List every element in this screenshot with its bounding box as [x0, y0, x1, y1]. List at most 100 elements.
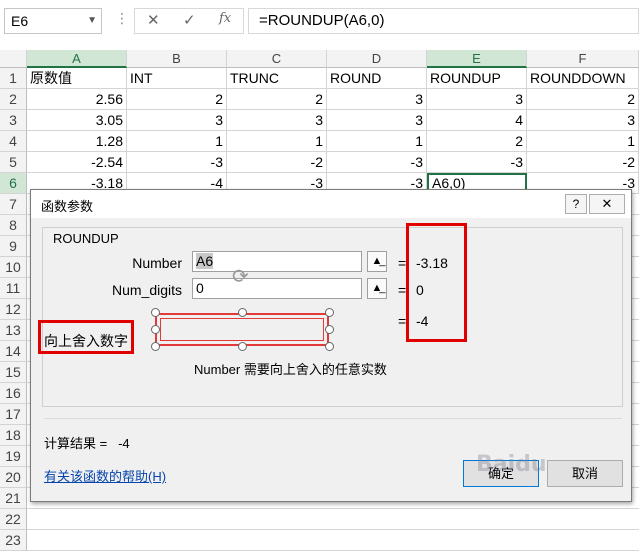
select-all-corner[interactable]	[0, 50, 27, 68]
data-cell[interactable]: -3	[127, 152, 227, 173]
collapse-dialog-icon[interactable]: ▲̲	[367, 278, 387, 299]
rotate-handle-icon[interactable]: ⟳	[232, 267, 252, 287]
row-header-18[interactable]: 18	[0, 425, 27, 446]
data-cell[interactable]: -2	[227, 152, 327, 173]
data-cell[interactable]: 2	[527, 89, 639, 110]
data-cell[interactable]: -3	[327, 152, 427, 173]
row-header-15[interactable]: 15	[0, 362, 27, 383]
header-cell[interactable]: ROUNDDOWN	[527, 68, 639, 89]
resize-handle[interactable]	[238, 308, 247, 317]
data-cell[interactable]: 1	[527, 131, 639, 152]
num-digits-label: Num_digits	[111, 282, 182, 298]
formula-bar: E6 ▼ ⋮ ✕ ✓ fx =ROUNDUP(A6,0)	[0, 0, 639, 51]
data-cell[interactable]: 1.28	[27, 131, 127, 152]
data-cell[interactable]: 3	[127, 110, 227, 131]
row-header-22[interactable]: 22	[0, 509, 27, 530]
row-header-8[interactable]: 8	[0, 215, 27, 236]
header-cell[interactable]: ROUNDUP	[427, 68, 527, 89]
resize-handle[interactable]	[325, 342, 334, 351]
number-input[interactable]: A6	[192, 251, 362, 272]
column-header-b[interactable]: B	[127, 50, 227, 68]
row-header-11[interactable]: 11	[0, 278, 27, 299]
cancel-button[interactable]: 取消	[547, 460, 623, 487]
more-icon: ⋮	[115, 10, 130, 26]
function-description: 向上舍入数字	[44, 333, 128, 349]
row-header-21[interactable]: 21	[0, 488, 27, 509]
data-cell[interactable]: 1	[327, 131, 427, 152]
data-cell[interactable]: -3	[427, 152, 527, 173]
close-button[interactable]: ✕	[589, 194, 625, 214]
chevron-down-icon[interactable]: ▼	[87, 9, 97, 33]
equals-sign: =	[398, 282, 407, 298]
data-cell[interactable]: 3	[227, 110, 327, 131]
resize-handle[interactable]	[325, 308, 334, 317]
resize-handle[interactable]	[151, 308, 160, 317]
column-header-c[interactable]: C	[227, 50, 327, 68]
data-cell[interactable]: -2.54	[27, 152, 127, 173]
row-header-2[interactable]: 2	[0, 89, 27, 110]
formula-input[interactable]: =ROUNDUP(A6,0)	[248, 8, 639, 34]
dialog-title-bar: 函数参数 ? ✕	[31, 190, 631, 218]
column-header-a[interactable]: A	[27, 50, 127, 68]
row-header-14[interactable]: 14	[0, 341, 27, 362]
header-cell[interactable]: INT	[127, 68, 227, 89]
data-cell[interactable]: 3	[527, 110, 639, 131]
row-header-13[interactable]: 13	[0, 320, 27, 341]
row-header-10[interactable]: 10	[0, 257, 27, 278]
row-header-4[interactable]: 4	[0, 131, 27, 152]
resize-handle[interactable]	[151, 342, 160, 351]
data-cell[interactable]: 3	[427, 89, 527, 110]
annotation-box-results	[406, 223, 467, 342]
check-icon[interactable]: ✓	[183, 11, 196, 29]
help-button[interactable]: ?	[565, 194, 587, 214]
row-header-3[interactable]: 3	[0, 110, 27, 131]
data-cell[interactable]: 2	[427, 131, 527, 152]
calc-result-value: -4	[118, 436, 130, 451]
data-cell[interactable]: 2	[227, 89, 327, 110]
row-header-20[interactable]: 20	[0, 467, 27, 488]
row-header-23[interactable]: 23	[0, 530, 27, 551]
row-header-9[interactable]: 9	[0, 236, 27, 257]
name-box[interactable]: E6 ▼	[4, 8, 102, 34]
resize-handle[interactable]	[151, 325, 160, 334]
row-header-5[interactable]: 5	[0, 152, 27, 173]
row-header-17[interactable]: 17	[0, 404, 27, 425]
number-label: Number	[132, 255, 182, 271]
data-cell[interactable]: 1	[127, 131, 227, 152]
header-cell[interactable]: ROUND	[327, 68, 427, 89]
data-cell[interactable]: 2.56	[27, 89, 127, 110]
column-header-d[interactable]: D	[327, 50, 427, 68]
data-cell[interactable]: 3.05	[27, 110, 127, 131]
resize-handle[interactable]	[238, 342, 247, 351]
header-cell[interactable]: TRUNC	[227, 68, 327, 89]
column-header-f[interactable]: F	[527, 50, 639, 68]
data-cell[interactable]: 2	[127, 89, 227, 110]
data-cell[interactable]: 4	[427, 110, 527, 131]
formula-buttons: ✕ ✓ fx	[134, 8, 244, 34]
column-header-e[interactable]: E	[427, 50, 527, 68]
row-header-1[interactable]: 1	[0, 68, 27, 89]
row-header-6[interactable]: 6	[0, 173, 27, 194]
collapse-dialog-icon[interactable]: ▲̲	[367, 251, 387, 272]
row-header-16[interactable]: 16	[0, 383, 27, 404]
data-cell[interactable]: -2	[527, 152, 639, 173]
data-cell[interactable]: 3	[327, 89, 427, 110]
function-help-link[interactable]: 有关该函数的帮助(H)	[44, 466, 166, 485]
calc-result: 计算结果 = -4	[44, 433, 130, 452]
data-cell[interactable]: 3	[327, 110, 427, 131]
insert-function-icon[interactable]: fx	[219, 11, 231, 26]
row-header-19[interactable]: 19	[0, 446, 27, 467]
resize-handle[interactable]	[325, 325, 334, 334]
header-cell[interactable]: 原数值	[27, 68, 127, 89]
cancel-icon[interactable]: ✕	[147, 11, 160, 29]
name-box-value: E6	[11, 13, 29, 29]
data-cell[interactable]: 1	[227, 131, 327, 152]
equals-sign: =	[398, 255, 407, 271]
row-header-7[interactable]: 7	[0, 194, 27, 215]
calc-result-label: 计算结果 =	[44, 436, 108, 451]
row-header-12[interactable]: 12	[0, 299, 27, 320]
dialog-title: 函数参数	[41, 199, 94, 214]
function-name: ROUNDUP	[51, 231, 121, 246]
num-digits-input[interactable]: 0	[192, 278, 362, 299]
number-input-value: A6	[196, 253, 214, 269]
